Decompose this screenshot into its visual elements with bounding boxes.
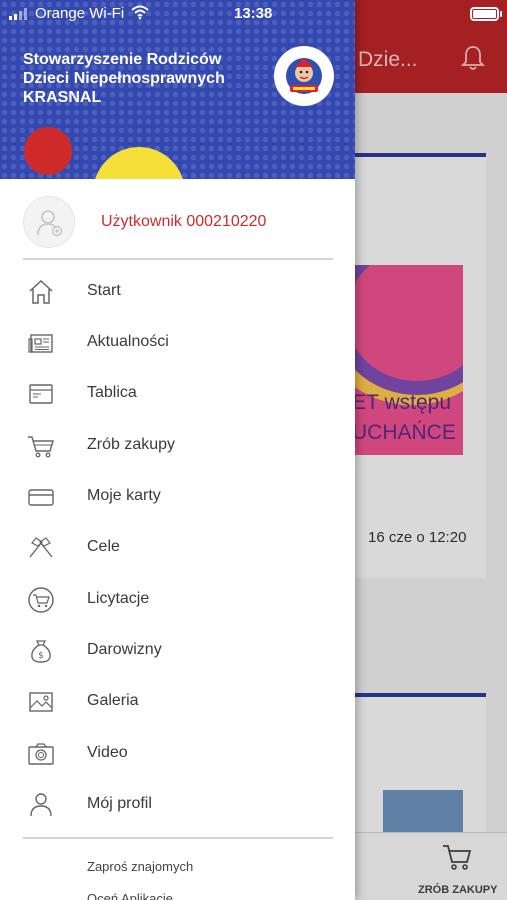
image-icon <box>29 692 53 712</box>
navigation-drawer: Stowarzyszenie Rodziców Dzieci Niepełnos… <box>0 0 355 900</box>
camera-icon <box>28 743 54 765</box>
menu-item-label: Licytacje <box>87 590 150 607</box>
status-bar: Orange Wi-Fi 13:38 <box>0 0 507 28</box>
menu-item-label: Video <box>87 744 128 761</box>
user-profile-row[interactable]: Użytkownik 000210220 <box>0 179 355 259</box>
card-icon <box>28 489 54 506</box>
menu-item-label: Zrób zakupy <box>87 436 176 453</box>
user-placeholder-icon <box>37 210 63 237</box>
user-name: Użytkownik 000210220 <box>101 213 267 230</box>
auction-icon <box>28 587 54 613</box>
news-icon <box>28 334 53 353</box>
organization-logo <box>274 46 334 106</box>
decorative-circle <box>24 127 72 175</box>
menu-item-start[interactable]: Start <box>0 266 355 317</box>
menu-item-label: Galeria <box>87 692 139 709</box>
battery-icon <box>470 7 499 21</box>
svg-text:$: $ <box>38 651 44 661</box>
wifi-icon <box>131 5 149 20</box>
cart-icon <box>28 436 54 458</box>
menu-item-cele[interactable]: Cele <box>0 522 355 573</box>
board-icon <box>29 384 53 404</box>
home-icon <box>29 279 53 304</box>
divider <box>23 837 333 839</box>
menu-item-label: Start <box>87 282 121 299</box>
menu-item-label: Cele <box>87 538 120 555</box>
menu-item-zrob-zakupy[interactable]: Zrób zakupy <box>0 420 355 471</box>
menu-item-licytacje[interactable]: Licytacje <box>0 574 355 625</box>
clock: 13:38 <box>234 5 273 22</box>
menu-item-label: Moje karty <box>87 487 161 504</box>
menu-item-aktualnosci[interactable]: Aktualności <box>0 317 355 368</box>
menu-item-darowizny[interactable]: $ Darowizny <box>0 625 355 676</box>
menu-item-label: Mój profil <box>87 795 152 812</box>
divider <box>23 258 333 260</box>
signal-icon <box>9 8 27 20</box>
menu-item-label: Tablica <box>87 384 137 401</box>
carrier-name: Orange Wi-Fi <box>35 5 125 22</box>
menu-item-label: Darowizny <box>87 641 162 658</box>
invite-friends-link[interactable]: Zaproś znajomych <box>87 859 193 874</box>
person-icon <box>30 793 52 817</box>
rate-app-link[interactable]: Oceń Aplikacje <box>87 891 173 900</box>
menu-item-moj-profil[interactable]: Mój profil <box>0 779 355 830</box>
organization-name: Stowarzyszenie Rodziców Dzieci Niepełnos… <box>23 51 225 106</box>
menu-item-galeria[interactable]: Galeria <box>0 676 355 727</box>
flags-icon <box>29 537 53 558</box>
money-bag-icon: $ <box>31 640 51 663</box>
avatar <box>23 196 75 248</box>
menu-item-video[interactable]: Video <box>0 728 355 779</box>
menu-item-label: Aktualności <box>87 333 169 350</box>
menu-item-moje-karty[interactable]: Moje karty <box>0 471 355 522</box>
battery-tip <box>500 11 502 17</box>
menu-item-tablica[interactable]: Tablica <box>0 368 355 419</box>
